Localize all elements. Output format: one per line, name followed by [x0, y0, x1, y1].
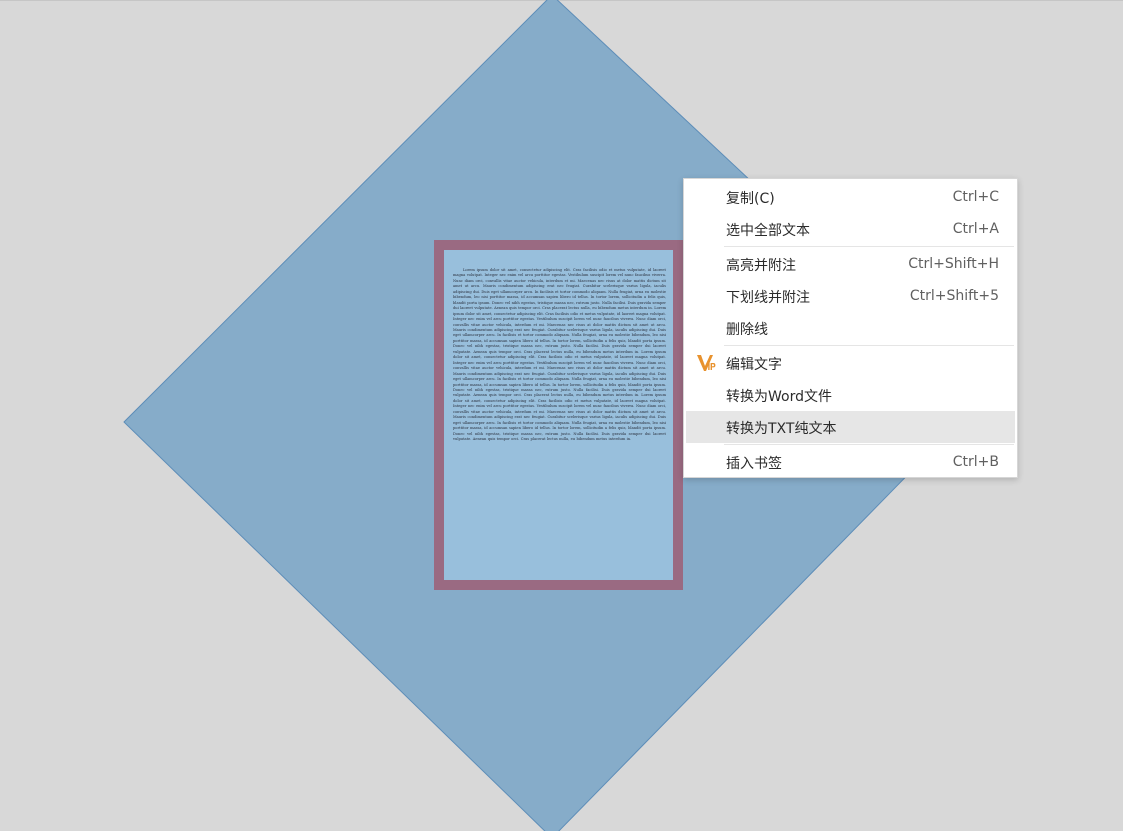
menu-item-strikethrough[interactable]: 删除线 — [686, 312, 1015, 344]
menu-item-label: 删除线 — [726, 322, 768, 338]
canvas: Lorem ipsum dolor sit amet, consectetur … — [0, 0, 1123, 831]
menu-item-shortcut: Ctrl+Shift+H — [908, 256, 999, 272]
menu-separator — [724, 246, 1014, 247]
menu-item-shortcut: Ctrl+B — [952, 454, 999, 470]
document-page[interactable]: Lorem ipsum dolor sit amet, consectetur … — [434, 240, 683, 590]
menu-item-label: 插入书签 — [726, 456, 782, 472]
context-menu: 复制(C) Ctrl+C 选中全部文本 Ctrl+A 高亮并附注 Ctrl+Sh… — [683, 178, 1018, 478]
menu-item-label: 复制(C) — [726, 191, 775, 207]
menu-item-copy[interactable]: 复制(C) Ctrl+C — [686, 181, 1015, 213]
menu-item-highlight-annotate[interactable]: 高亮并附注 Ctrl+Shift+H — [686, 248, 1015, 280]
menu-item-convert-word[interactable]: 转换为Word文件 — [686, 379, 1015, 411]
document-page-body: Lorem ipsum dolor sit amet, consectetur … — [444, 250, 673, 580]
vip-icon — [697, 355, 716, 371]
menu-item-shortcut: Ctrl+C — [952, 189, 999, 205]
menu-item-label: 转换为Word文件 — [726, 389, 832, 405]
menu-item-shortcut: Ctrl+A — [952, 221, 999, 237]
menu-item-label: 编辑文字 — [726, 357, 782, 373]
menu-item-underline-annotate[interactable]: 下划线并附注 Ctrl+Shift+5 — [686, 280, 1015, 312]
menu-item-convert-txt[interactable]: 转换为TXT纯文本 — [686, 411, 1015, 443]
menu-item-label: 选中全部文本 — [726, 223, 810, 239]
menu-item-label: 高亮并附注 — [726, 258, 796, 274]
menu-separator — [724, 345, 1014, 346]
menu-separator — [724, 444, 1014, 445]
menu-item-shortcut: Ctrl+Shift+5 — [909, 288, 999, 304]
menu-item-select-all-text[interactable]: 选中全部文本 Ctrl+A — [686, 213, 1015, 245]
menu-item-insert-bookmark[interactable]: 插入书签 Ctrl+B — [686, 446, 1015, 478]
document-body-text[interactable]: Lorem ipsum dolor sit amet, consectetur … — [453, 268, 666, 443]
menu-item-edit-text[interactable]: 编辑文字 — [686, 347, 1015, 379]
menu-item-label: 下划线并附注 — [726, 290, 810, 306]
menu-item-label: 转换为TXT纯文本 — [726, 421, 837, 437]
